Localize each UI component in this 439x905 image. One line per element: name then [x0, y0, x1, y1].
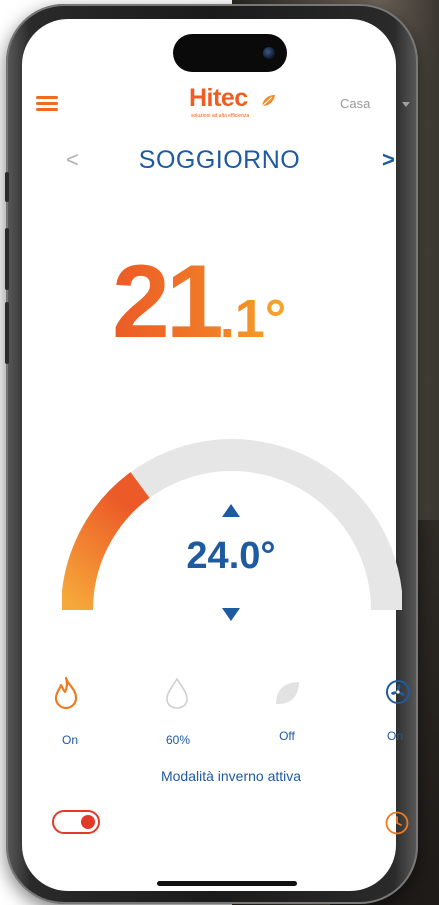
home-indicator[interactable] [157, 881, 297, 886]
power-toggle[interactable] [52, 810, 100, 834]
camera-lens [263, 47, 275, 59]
mode-status-text: Modalità inverno attiva [160, 768, 302, 784]
next-room-chevron-icon[interactable]: > [382, 147, 395, 173]
chevron-down-icon[interactable] [402, 102, 410, 107]
current-temperature: 21.1° [112, 250, 286, 360]
clock-icon[interactable] [384, 810, 410, 836]
fan-status-label: On [386, 729, 403, 743]
fan-icon[interactable] [383, 676, 413, 710]
menu-icon[interactable] [36, 96, 58, 112]
increase-setpoint-button[interactable] [222, 504, 240, 517]
prev-room-chevron-icon[interactable]: < [66, 147, 79, 173]
logo-leaf-icon [261, 95, 275, 107]
leaf-icon[interactable] [272, 676, 302, 710]
phone-silent-switch [5, 172, 9, 202]
temperature-decimal: .1° [219, 289, 287, 349]
decrease-setpoint-button[interactable] [222, 608, 240, 621]
home-selector[interactable]: Casa [340, 96, 370, 111]
humidity-status-label: 60% [165, 733, 191, 747]
phone-volume-down [5, 302, 9, 364]
hitec-logo: Hitec soluzioni ad alta efficienza [189, 84, 289, 124]
temperature-integer: 21 [112, 244, 220, 360]
toggle-knob [81, 815, 95, 829]
flame-icon[interactable] [51, 676, 81, 710]
drop-icon[interactable] [162, 676, 192, 710]
logo-text: Hitec [189, 84, 248, 112]
heating-status-label: On [61, 733, 78, 747]
eco-status-label: Off [279, 729, 295, 743]
setpoint-gauge [62, 439, 402, 611]
dynamic-island [173, 34, 287, 72]
logo-subtitle: soluzioni ad alta efficienza [191, 113, 250, 119]
setpoint-value: 24.0° [186, 535, 276, 577]
phone-volume-up [5, 228, 9, 290]
